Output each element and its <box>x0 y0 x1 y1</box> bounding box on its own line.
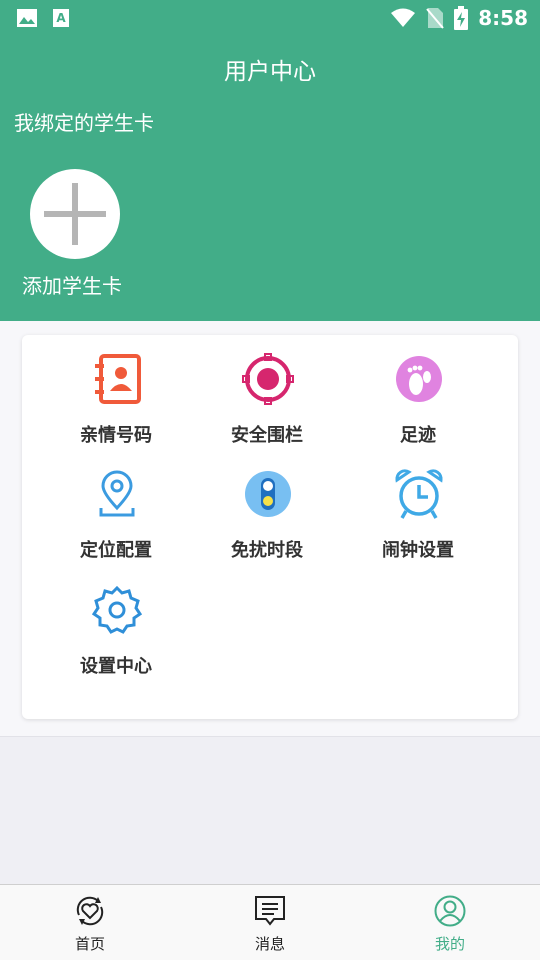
battery-charging-icon <box>454 6 469 30</box>
header: A 8:58 用户中心 我绑定的学生卡 添加学生卡 <box>0 0 540 321</box>
menu-item-label: 亲情号码 <box>80 425 152 446</box>
status-bar: A 8:58 <box>0 0 540 36</box>
location-pin-icon <box>99 470 135 517</box>
menu-card: 亲情号码 安全围栏 足迹 定位配置 免扰时段 闹钟设置 设置中心 <box>22 335 518 719</box>
menu-item-label: 设置中心 <box>80 656 152 677</box>
menu-item-settings-center[interactable]: 设置中心 <box>41 566 191 677</box>
menu-item-label: 闹钟设置 <box>382 540 454 561</box>
bottom-tab-bar: 首页 消息 我的 <box>0 884 540 960</box>
tab-messages[interactable]: 消息 <box>210 885 330 960</box>
menu-item-label: 足迹 <box>400 425 436 446</box>
add-card-label[interactable]: 添加学生卡 <box>22 270 122 299</box>
add-card-button[interactable] <box>30 169 120 259</box>
tab-home[interactable]: 首页 <box>30 885 150 960</box>
menu-item-do-not-disturb[interactable]: 免扰时段 <box>192 450 342 561</box>
message-icon <box>255 896 285 926</box>
menu-item-family-numbers[interactable]: 亲情号码 <box>41 335 191 446</box>
traffic-light-icon <box>245 471 291 517</box>
heart-refresh-icon <box>76 896 104 926</box>
menu-item-label: 定位配置 <box>80 540 152 561</box>
contacts-book-icon <box>95 354 141 404</box>
menu-item-label: 安全围栏 <box>231 425 303 446</box>
tab-label: 我的 <box>434 935 465 953</box>
wifi-icon <box>391 8 416 27</box>
menu-item-footprint[interactable]: 足迹 <box>343 335 493 446</box>
bound-cards-title: 我绑定的学生卡 <box>14 111 154 135</box>
geofence-target-icon <box>242 353 294 405</box>
menu-item-label: 免扰时段 <box>231 540 303 561</box>
gear-icon <box>91 585 143 634</box>
tab-label: 首页 <box>74 935 105 953</box>
font-icon: A <box>53 9 69 27</box>
clock: 8:58 <box>478 6 528 30</box>
menu-item-location-config[interactable]: 定位配置 <box>41 450 191 561</box>
alarm-clock-icon <box>395 469 443 519</box>
svg-text:A: A <box>56 11 66 25</box>
tab-label: 消息 <box>254 935 285 953</box>
page-title: 用户中心 <box>224 59 316 85</box>
plus-icon-stroke <box>72 183 78 245</box>
menu-item-safety-fence[interactable]: 安全围栏 <box>192 335 342 446</box>
no-sim-icon <box>426 8 445 29</box>
footprint-icon <box>396 356 442 402</box>
menu-item-alarm-settings[interactable]: 闹钟设置 <box>343 450 493 561</box>
image-icon <box>17 9 37 27</box>
tab-mine[interactable]: 我的 <box>390 885 510 960</box>
user-icon <box>434 895 466 927</box>
